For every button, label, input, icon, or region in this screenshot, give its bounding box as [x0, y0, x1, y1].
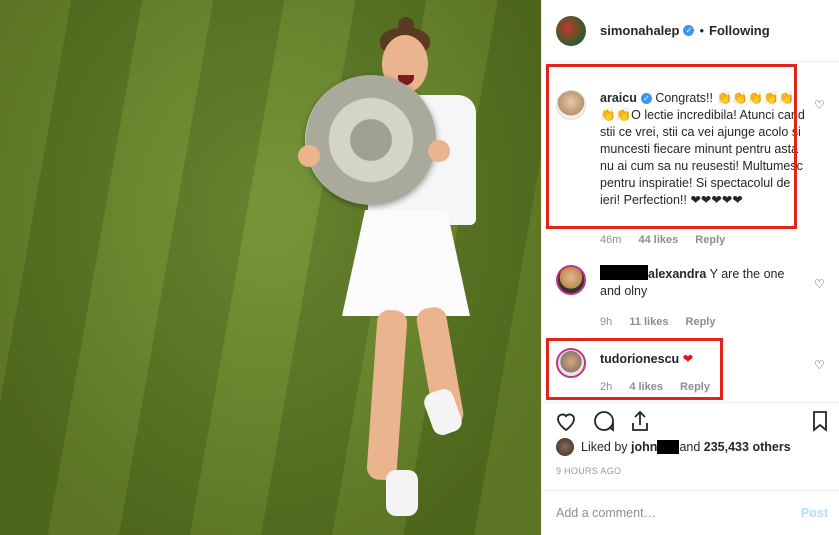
share-icon[interactable] — [628, 409, 652, 433]
highlight-box — [546, 338, 723, 400]
add-comment-bar: Post — [542, 490, 839, 535]
heart-outline-icon[interactable]: ♡ — [814, 358, 826, 372]
reply-button[interactable]: Reply — [695, 234, 725, 246]
liked-by-prefix: Liked by — [581, 440, 628, 454]
bookmark-icon[interactable] — [808, 409, 832, 433]
heart-outline-icon[interactable]: ♡ — [814, 98, 826, 112]
post-side-panel: simonahalep ✓ • Following araicu ✓ Congra… — [541, 0, 839, 535]
post-header: simonahalep ✓ • Following — [542, 0, 839, 62]
comment-text: alexandra Y are the one and olny — [600, 265, 805, 300]
liker-avatar[interactable] — [556, 438, 574, 456]
post-button[interactable]: Post — [801, 506, 828, 520]
hand-right — [428, 140, 450, 162]
likes-summary: Liked by john and 235,433 others — [556, 438, 791, 456]
heart-outline-icon[interactable] — [554, 409, 578, 433]
verified-badge-icon: ✓ — [683, 25, 695, 36]
commenter-username[interactable]: alexandra — [648, 267, 706, 281]
likes-count[interactable]: 235,433 others — [704, 440, 791, 454]
post-photo[interactable] — [0, 0, 541, 535]
comment-meta: 9h 11 likes Reply — [600, 316, 730, 328]
reply-button[interactable]: Reply — [686, 316, 716, 328]
post-timestamp[interactable]: 9 HOURS AGO — [556, 466, 621, 476]
comment-time[interactable]: 9h — [600, 316, 612, 328]
heart-outline-icon[interactable]: ♡ — [814, 277, 826, 291]
liked-by-and: and — [679, 440, 701, 454]
separator-dot: • — [699, 23, 705, 38]
hand-left — [298, 145, 320, 167]
comment-time[interactable]: 46m — [600, 234, 621, 246]
comment-alexandra: alexandra Y are the one and olny 9h 11 l… — [556, 265, 826, 335]
comment-likes[interactable]: 11 likes — [629, 316, 668, 328]
comment-icon[interactable] — [592, 409, 616, 433]
author-username[interactable]: simonahalep — [600, 23, 679, 38]
highlight-box — [546, 64, 797, 229]
comment-likes[interactable]: 44 likes — [638, 234, 678, 246]
author-avatar[interactable] — [556, 15, 586, 46]
comment-meta: 46m 44 likes Reply — [600, 234, 739, 246]
commenter-avatar[interactable] — [556, 265, 586, 295]
liker-username[interactable]: john — [631, 440, 657, 454]
following-button[interactable]: Following — [709, 23, 770, 38]
comments-list: araicu ✓ Congrats!! 👏👏👏👏👏👏👏O lectie incre… — [542, 62, 839, 402]
action-bar — [542, 402, 839, 434]
add-comment-input[interactable] — [556, 506, 786, 520]
trophy-plate — [305, 75, 437, 205]
redacted-name — [600, 265, 648, 280]
redacted-name — [657, 440, 680, 454]
